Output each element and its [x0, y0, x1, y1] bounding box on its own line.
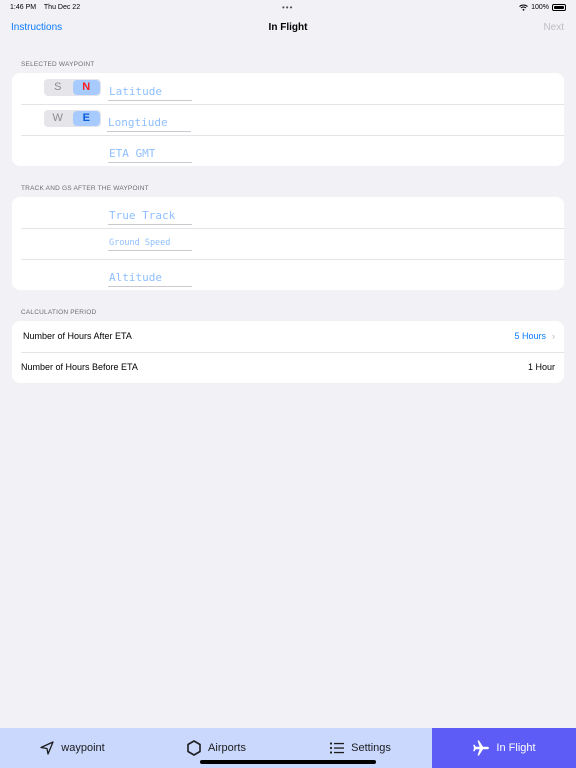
status-left: 1:46 PM Thu Dec 22 [10, 4, 86, 11]
tab-in-flight-label: In Flight [496, 742, 536, 754]
altitude-input[interactable]: Altitude [108, 270, 192, 287]
hours-after-eta-value[interactable]: 5 Hours [514, 331, 546, 341]
hexagon-icon [187, 740, 201, 756]
chevron-right-icon: › [552, 331, 555, 341]
section-header-track: TRACK AND GS AFTER THE WAYPOINT [21, 185, 149, 192]
airplane-icon [473, 740, 490, 756]
track-card: True Track Ground Speed Altitude [12, 197, 564, 290]
page-title: In Flight [268, 22, 308, 33]
waypoint-card: S N Latitude W E Longtiude ETA GMT [12, 73, 564, 166]
latitude-row: S N Latitude [12, 73, 564, 104]
hours-before-eta-label: Number of Hours Before ETA [21, 362, 138, 372]
longitude-row: W E Longtiude [12, 104, 564, 135]
segment-s[interactable]: S [44, 79, 72, 96]
tab-waypoint[interactable]: waypoint [0, 728, 144, 768]
eta-gmt-input[interactable]: ETA GMT [108, 146, 192, 163]
tab-airports-label: Airports [208, 742, 246, 754]
altitude-row: Altitude [12, 259, 564, 290]
lat-hemisphere-segmented-control[interactable]: S N [44, 79, 101, 96]
eta-row: ETA GMT [12, 135, 564, 166]
segment-n[interactable]: N [72, 80, 100, 95]
section-header-calculation: CALCULATION PERIOD [21, 309, 97, 316]
segment-e[interactable]: E [72, 111, 100, 126]
hours-after-eta-row[interactable]: Number of Hours After ETA 5 Hours › [12, 321, 564, 352]
true-track-input[interactable]: True Track [108, 208, 192, 225]
hours-before-eta-value[interactable]: 1 Hour [528, 362, 555, 372]
multitasking-dots-icon[interactable]: ••• [282, 3, 293, 12]
battery-icon [552, 3, 566, 11]
lon-hemisphere-segmented-control[interactable]: W E [44, 110, 101, 127]
true-track-row: True Track [12, 197, 564, 228]
location-arrow-icon [40, 741, 54, 755]
home-indicator[interactable] [200, 760, 376, 764]
hours-after-eta-label: Number of Hours After ETA [23, 331, 132, 341]
latitude-input[interactable]: Latitude [108, 84, 192, 101]
battery-percent: 100% [531, 3, 549, 11]
navigation-bar: Instructions In Flight Next [0, 14, 576, 44]
wifi-icon [519, 4, 528, 11]
next-button[interactable]: Next [543, 22, 564, 33]
hours-before-eta-row[interactable]: Number of Hours Before ETA 1 Hour [12, 352, 564, 383]
tab-waypoint-label: waypoint [61, 742, 105, 754]
segment-w[interactable]: W [44, 110, 72, 127]
list-icon [330, 742, 345, 754]
tab-in-flight[interactable]: In Flight [432, 728, 576, 768]
status-right: 100% [519, 3, 566, 11]
calculation-card: Number of Hours After ETA 5 Hours › Numb… [12, 321, 564, 383]
ground-speed-input[interactable]: Ground Speed [108, 237, 192, 251]
ground-speed-row: Ground Speed [12, 228, 564, 259]
status-time: 1:46 PM [10, 3, 37, 11]
status-date: Thu Dec 22 [43, 3, 81, 11]
section-header-waypoint: SELECTED WAYPOINT [21, 61, 95, 68]
longitude-input[interactable]: Longtiude [107, 115, 191, 132]
tab-settings-label: Settings [351, 742, 391, 754]
